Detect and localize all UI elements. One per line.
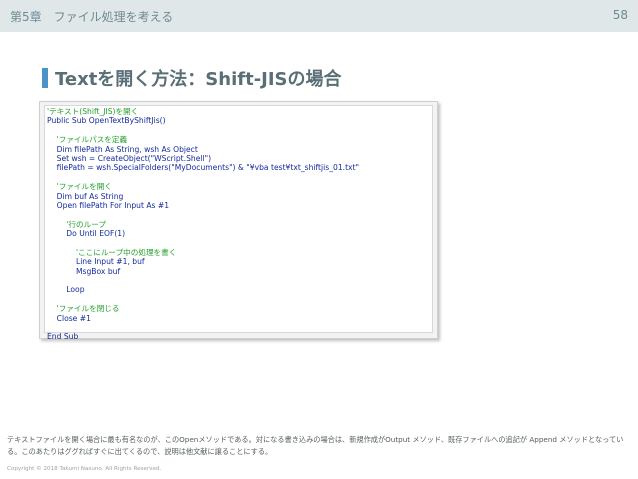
code-line: Public Sub OpenTextByShiftJis() (47, 116, 166, 126)
code-editor: 'テキスト(Shift_JIS)を開く Public Sub OpenTextBy… (44, 105, 433, 341)
code-line: Line Input #1, buf (47, 257, 145, 267)
code-line: Loop (47, 285, 85, 295)
code-line: End Sub (47, 332, 79, 342)
code-line: Open filePath For Input As #1 (47, 200, 170, 210)
chapter-title: 第5章 ファイル処理を考える (10, 10, 174, 24)
code-line: 'ファイルパスを定義 (47, 135, 128, 145)
code-line: Dim filePath As String, wsh As Object (47, 144, 198, 154)
code-line: '行のループ (47, 219, 106, 229)
slide-header: 第5章 ファイル処理を考える 58 (0, 0, 638, 32)
code-line: Dim buf As String (47, 191, 124, 201)
title-accent-bar (42, 68, 48, 88)
code-line: 'ここにループ中の処理を書く (47, 247, 177, 257)
code-line: Close #1 (47, 313, 91, 323)
code-screenshot: 'テキスト(Shift_JIS)を開く Public Sub OpenTextBy… (39, 101, 438, 341)
code-line: Set wsh = CreateObject("WScript.Shell") (47, 153, 212, 163)
code-line: 'ファイルを閉じる (47, 304, 120, 314)
code-line: filePath = wsh.SpecialFolders("MyDocumen… (47, 163, 360, 173)
slide-title: Textを開く方法：Shift-JISの場合 (55, 69, 342, 90)
code-line: 'テキスト(Shift_JIS)を開く (47, 107, 139, 116)
code-line: Do Until EOF(1) (47, 229, 126, 239)
code-lines: 'テキスト(Shift_JIS)を開く Public Sub OpenTextBy… (47, 107, 359, 342)
slide-description: テキストファイルを開く場合に最も有名なのが、このOpenメソッドである。対になる… (7, 435, 624, 456)
code-line: MsgBox buf (47, 266, 121, 276)
copyright-notice: Copyright © 2018 Takumi Nasuno. All Righ… (7, 466, 162, 472)
page-number: 58 (612, 8, 628, 22)
code-line: 'ファイルを開く (47, 182, 112, 192)
